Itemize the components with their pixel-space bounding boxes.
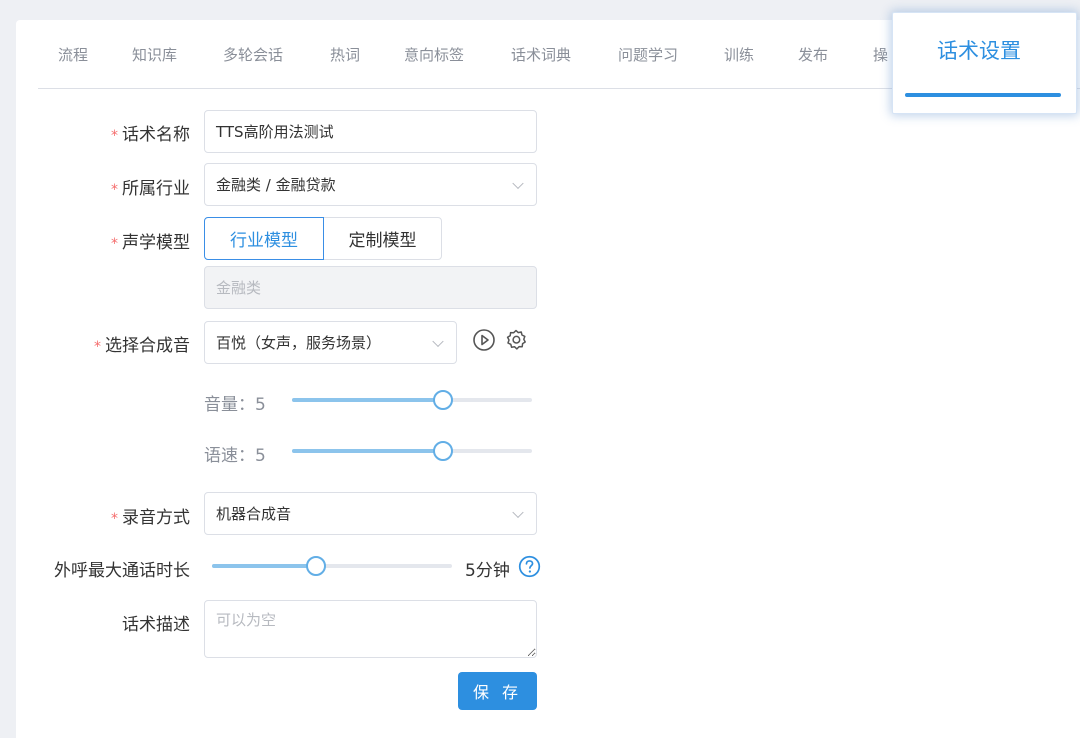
tab-settings[interactable]: 话术设置 [937, 35, 1021, 65]
tab-operate[interactable]: 操 [873, 44, 888, 65]
industry-label: * 所属行业 [111, 179, 190, 199]
description-label: 话术描述 [122, 615, 190, 635]
tab-hot-words[interactable]: 热词 [330, 44, 360, 65]
record-method-select[interactable]: 机器合成音 [204, 492, 537, 535]
gear-icon[interactable] [504, 328, 528, 352]
voice-select[interactable]: 百悦（女声，服务场景） [204, 321, 457, 364]
max-duration-slider-fill [212, 564, 316, 568]
required-mark: * [111, 236, 118, 252]
required-mark: * [94, 339, 101, 355]
tab-knowledge-base[interactable]: 知识库 [132, 44, 177, 65]
industry-select[interactable]: 金融类 / 金融贷款 [204, 163, 537, 206]
volume-slider-track[interactable] [292, 390, 532, 410]
speed-slider-track[interactable] [292, 441, 532, 461]
name-input[interactable]: TTS高阶用法测试 [204, 110, 537, 153]
help-circle-icon[interactable] [518, 555, 541, 578]
active-tab-indicator [905, 93, 1061, 97]
tab-dictionary[interactable]: 话术词典 [511, 44, 571, 65]
tab-flow[interactable]: 流程 [58, 44, 88, 65]
model-industry-button[interactable]: 行业模型 [204, 217, 324, 260]
name-label: * 话术名称 [111, 125, 190, 145]
model-label: * 声学模型 [111, 233, 190, 253]
tab-question-learning[interactable]: 问题学习 [618, 44, 678, 65]
required-mark: * [111, 182, 118, 198]
play-circle-icon[interactable] [472, 328, 496, 352]
volume-label: 音量：5 [204, 395, 266, 415]
required-mark: * [111, 128, 118, 144]
model-value-input: 金融类 [204, 266, 537, 309]
tab-intent-tags[interactable]: 意向标签 [404, 44, 464, 65]
volume-slider-fill [292, 398, 442, 402]
speed-label: 语速：5 [204, 446, 266, 466]
model-custom-button[interactable]: 定制模型 [323, 217, 442, 260]
record-label: * 录音方式 [111, 508, 190, 528]
save-button[interactable]: 保 存 [458, 672, 537, 710]
chevron-down-icon [512, 177, 524, 189]
tab-publish[interactable]: 发布 [798, 44, 828, 65]
required-mark: * [111, 511, 118, 527]
chevron-down-icon [512, 506, 524, 518]
max-duration-value: 5分钟 [465, 561, 510, 581]
speed-slider-fill [292, 449, 442, 453]
voice-label: * 选择合成音 [94, 336, 190, 356]
tab-multi-turn[interactable]: 多轮会话 [223, 44, 283, 65]
chevron-down-icon [432, 335, 444, 347]
tab-settings-highlight: 话术设置 [892, 12, 1077, 114]
volume-slider-handle[interactable] [433, 390, 453, 410]
max-duration-slider-track[interactable] [212, 556, 452, 576]
tab-training[interactable]: 训练 [724, 44, 754, 65]
speed-slider-handle[interactable] [433, 441, 453, 461]
description-textarea[interactable] [204, 600, 537, 658]
max-duration-label: 外呼最大通话时长 [54, 561, 190, 581]
